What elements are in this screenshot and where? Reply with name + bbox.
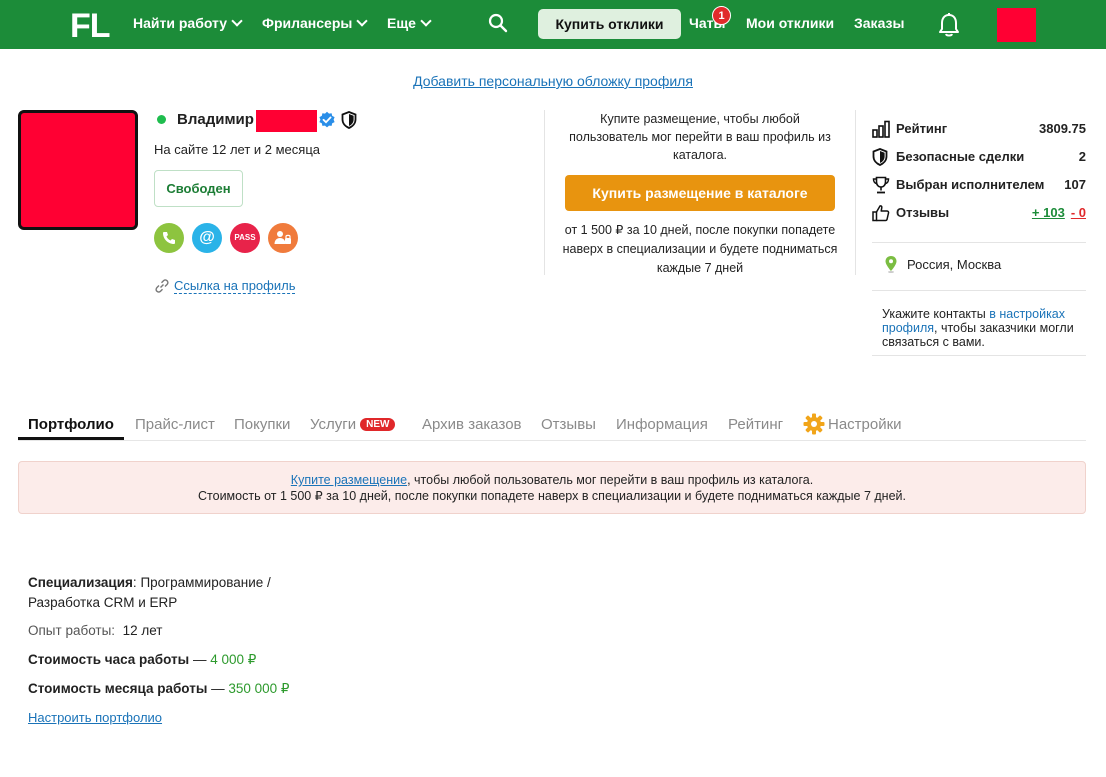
online-indicator bbox=[157, 115, 166, 124]
chats-unread-badge: 1 bbox=[712, 6, 731, 25]
reviews-label: Отзывы bbox=[896, 205, 950, 220]
buy-responses-button[interactable]: Купить отклики bbox=[538, 9, 681, 39]
hour-label: Стоимость часа работы bbox=[28, 652, 190, 667]
shield-icon bbox=[341, 111, 357, 129]
rating-bars-icon bbox=[872, 120, 890, 138]
nav-find-work[interactable]: Найти работу bbox=[133, 15, 243, 31]
reviews-negative-link[interactable]: - 0 bbox=[1071, 205, 1086, 220]
name-redaction bbox=[256, 110, 317, 132]
hour-value: 4 000 ₽ bbox=[210, 652, 257, 667]
buy-catalog-placement-button[interactable]: Купить размещение в каталоге bbox=[565, 175, 835, 211]
safe-deals-value: 2 bbox=[1078, 149, 1086, 164]
contacts-note-prefix: Укажите контакты bbox=[882, 307, 990, 321]
spec-value-1: Программирование / bbox=[140, 575, 271, 590]
new-badge: NEW bbox=[360, 418, 396, 431]
profile-link[interactable]: Ссылка на профиль bbox=[154, 278, 296, 294]
spec-label: Специализация bbox=[28, 575, 133, 590]
user-avatar[interactable] bbox=[997, 8, 1036, 42]
exp-label: Опыт работы: bbox=[28, 623, 116, 638]
stat-rating: Рейтинг 3809.75 bbox=[872, 119, 1086, 139]
availability-status[interactable]: Свободен bbox=[154, 170, 243, 207]
profile-photo[interactable] bbox=[18, 110, 138, 230]
tab-rating[interactable]: Рейтинг bbox=[728, 416, 783, 433]
stat-chosen: Выбран исполнителем 107 bbox=[872, 175, 1086, 195]
nav-freelancers-label: Фрилансеры bbox=[262, 15, 353, 31]
gear-icon[interactable] bbox=[803, 413, 825, 435]
stat-reviews: Отзывы + 103 - 0 bbox=[872, 203, 1086, 223]
email-icon: @ bbox=[192, 223, 222, 253]
nav-my-responses[interactable]: Мои отклики bbox=[746, 15, 834, 31]
location-text: Россия, Москва bbox=[907, 257, 1002, 272]
notice-line-2: Стоимость от 1 500 ₽ за 10 дней, после п… bbox=[198, 489, 906, 503]
divider bbox=[872, 290, 1086, 291]
pass-icon: PASS bbox=[230, 223, 260, 253]
rating-label: Рейтинг bbox=[896, 121, 948, 136]
thumbs-up-icon bbox=[872, 205, 890, 222]
month-label: Стоимость месяца работы bbox=[28, 681, 208, 696]
tab-price-list[interactable]: Прайс-лист bbox=[135, 416, 215, 433]
specialization: Специализация: Программирование / bbox=[28, 575, 271, 590]
nav-orders-label: Заказы bbox=[854, 15, 905, 31]
shield-icon bbox=[872, 148, 888, 166]
link-icon bbox=[155, 279, 169, 293]
stat-safe-deals: Безопасные сделки 2 bbox=[872, 147, 1086, 167]
month-rate: Стоимость месяца работы — 350 000 ₽ bbox=[28, 681, 290, 696]
profile-tabs: Портфолио Прайс-лист Покупки Услуги NEW А… bbox=[18, 412, 1086, 441]
placement-notice: Купите размещение, чтобы любой пользоват… bbox=[18, 461, 1086, 514]
tab-reviews[interactable]: Отзывы bbox=[541, 416, 596, 433]
add-cover-link-text: Добавить персональную обложку профиля bbox=[413, 73, 693, 89]
search-icon[interactable] bbox=[488, 13, 508, 33]
nav-freelancers[interactable]: Фрилансеры bbox=[262, 15, 368, 31]
location-pin-icon bbox=[885, 256, 897, 273]
exp-value: 12 лет bbox=[122, 623, 163, 638]
phone-icon bbox=[154, 223, 184, 253]
hour-rate: Стоимость часа работы — 4 000 ₽ bbox=[28, 652, 257, 667]
chevron-down-icon bbox=[356, 15, 368, 27]
spec-value-2: Разработка CRM и ERP bbox=[28, 595, 178, 610]
chosen-value: 107 bbox=[1064, 177, 1086, 192]
promo-text: Купите размещение, чтобы любой пользоват… bbox=[569, 112, 831, 162]
chevron-down-icon bbox=[231, 15, 243, 27]
nav-my-responses-label: Мои отклики bbox=[746, 15, 835, 31]
verified-user-icon bbox=[268, 223, 298, 253]
tab-purchases[interactable]: Покупки bbox=[234, 416, 290, 433]
member-since: На сайте 12 лет и 2 месяца bbox=[154, 142, 320, 157]
verified-badge-icon bbox=[319, 111, 335, 128]
contacts-note: Укажите контакты в настройках профиля, ч… bbox=[882, 307, 1082, 349]
nav-orders[interactable]: Заказы bbox=[854, 15, 904, 31]
notice-line-1-text: , чтобы любой пользователь мог перейти в… bbox=[407, 473, 814, 487]
tab-order-archive[interactable]: Архив заказов bbox=[422, 416, 522, 433]
chevron-down-icon bbox=[420, 15, 432, 27]
nav-more-label: Еще bbox=[387, 15, 416, 31]
buy-placement-link[interactable]: Купите размещение bbox=[291, 473, 407, 487]
divider bbox=[872, 242, 1086, 243]
top-header: FL Найти работу Фрилансеры Еще Купить от… bbox=[0, 0, 1106, 49]
user-name: Владимир bbox=[177, 111, 254, 128]
experience: Опыт работы: 12 лет bbox=[28, 623, 162, 638]
profile-link-label: Ссылка на профиль bbox=[174, 278, 296, 294]
tab-services-label: Услуги bbox=[310, 416, 357, 433]
chosen-label: Выбран исполнителем bbox=[896, 177, 1045, 192]
month-value: 350 000 ₽ bbox=[228, 681, 290, 696]
add-cover-link[interactable]: Добавить персональную обложку профиля bbox=[0, 73, 1106, 89]
safe-deals-label: Безопасные сделки bbox=[896, 149, 1025, 164]
nav-find-work-label: Найти работу bbox=[133, 15, 228, 31]
reviews-positive-link[interactable]: + 103 bbox=[1032, 205, 1065, 220]
notice-line-1: Купите размещение, чтобы любой пользоват… bbox=[19, 472, 1085, 488]
divider bbox=[855, 110, 856, 275]
tab-portfolio[interactable]: Портфолио bbox=[28, 416, 114, 433]
nav-more[interactable]: Еще bbox=[387, 15, 432, 31]
divider bbox=[544, 110, 545, 275]
promo-subtext: от 1 500 ₽ за 10 дней, после покупки поп… bbox=[562, 223, 838, 275]
divider bbox=[872, 355, 1086, 356]
fl-logo[interactable]: FL bbox=[70, 7, 111, 46]
configure-portfolio-link[interactable]: Настроить портфолио bbox=[28, 710, 162, 725]
active-tab-underline bbox=[18, 437, 124, 440]
trophy-icon bbox=[872, 176, 890, 194]
tab-information[interactable]: Информация bbox=[616, 416, 708, 433]
bell-icon[interactable] bbox=[937, 12, 961, 38]
tab-services[interactable]: Услуги NEW bbox=[310, 416, 396, 433]
rating-value: 3809.75 bbox=[1039, 121, 1086, 136]
tab-settings[interactable]: Настройки bbox=[828, 416, 902, 433]
